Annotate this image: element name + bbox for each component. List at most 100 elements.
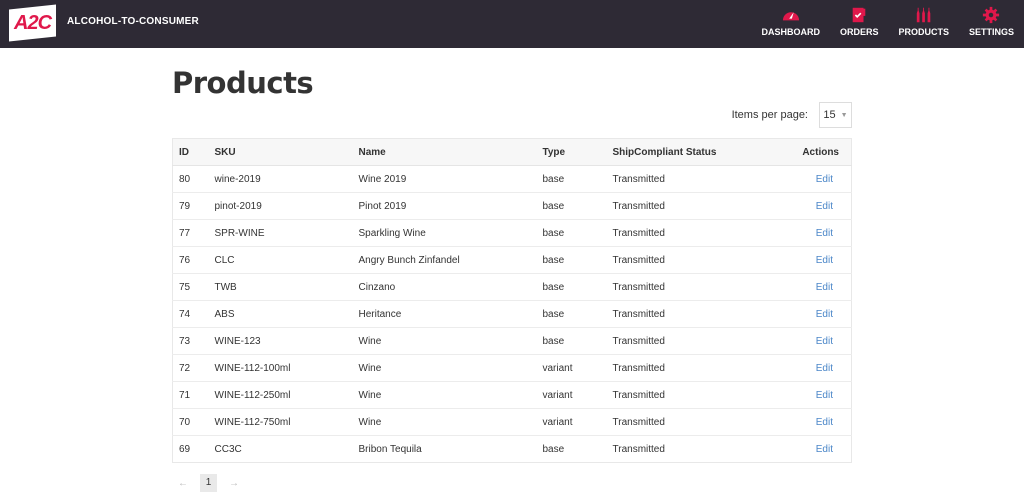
- table-cell: base: [536, 327, 607, 355]
- top-nav: A2C ALCOHOL-TO-CONSUMER DASHBOARD ORDERS…: [0, 0, 1024, 48]
- table-cell: Wine: [352, 327, 537, 355]
- table-cell: Angry Bunch Zinfandel: [352, 246, 537, 274]
- actions-cell: Edit: [772, 354, 852, 382]
- table-cell: CLC: [208, 246, 353, 274]
- actions-cell: Edit: [772, 246, 852, 274]
- table-cell: Transmitted: [606, 327, 773, 355]
- edit-link[interactable]: Edit: [816, 282, 833, 293]
- logo[interactable]: A2C: [9, 4, 56, 42]
- table-cell: 77: [172, 219, 209, 247]
- edit-link[interactable]: Edit: [816, 255, 833, 266]
- table-cell: Pinot 2019: [352, 192, 537, 220]
- table-cell: base: [536, 219, 607, 247]
- table-cell: Transmitted: [606, 246, 773, 274]
- clipboard-check-icon: [852, 7, 866, 23]
- edit-link[interactable]: Edit: [816, 174, 833, 185]
- nav-dashboard[interactable]: DASHBOARD: [761, 6, 820, 37]
- table-row: 77 SPR-WINE Sparkling Wine base Transmitted E…: [172, 219, 852, 247]
- table-cell: WINE-112-750ml: [208, 408, 353, 436]
- table-cell: base: [536, 246, 607, 274]
- table-cell: 73: [172, 327, 209, 355]
- edit-link[interactable]: Edit: [816, 444, 833, 455]
- table-cell: Transmitted: [606, 273, 773, 301]
- table-cell: variant: [536, 408, 607, 436]
- actions-cell: Edit: [772, 165, 852, 193]
- table-row: 76 CLC Angry Bunch Zinfandel base Transmitte…: [172, 246, 852, 274]
- brand-name: ALCOHOL-TO-CONSUMER: [67, 16, 199, 27]
- nav-products[interactable]: PRODUCTS: [898, 6, 949, 37]
- caret-down-icon: ▼: [840, 111, 848, 119]
- column-header: Type: [536, 138, 607, 166]
- table-cell: CC3C: [208, 435, 353, 463]
- page-1-button[interactable]: 1: [200, 474, 217, 492]
- table-cell: ABS: [208, 300, 353, 328]
- gear-icon: [983, 6, 1000, 24]
- table-cell: 80: [172, 165, 209, 193]
- table-cell: 74: [172, 300, 209, 328]
- actions-cell: Edit: [772, 219, 852, 247]
- edit-link[interactable]: Edit: [816, 336, 833, 347]
- nav-settings[interactable]: SETTINGS: [969, 6, 1014, 37]
- actions-cell: Edit: [772, 300, 852, 328]
- table-cell: variant: [536, 354, 607, 382]
- edit-link[interactable]: Edit: [816, 363, 833, 374]
- prev-page-button[interactable]: ←: [172, 478, 194, 489]
- table-cell: Bribon Tequila: [352, 435, 537, 463]
- actions-cell: Edit: [772, 408, 852, 436]
- table-cell: Transmitted: [606, 219, 773, 247]
- table-row: 69 CC3C Bribon Tequila base Transmitted Edit: [172, 435, 852, 463]
- table-cell: Transmitted: [606, 300, 773, 328]
- page-title: Products: [172, 66, 314, 100]
- table-cell: variant: [536, 381, 607, 409]
- edit-link[interactable]: Edit: [816, 228, 833, 239]
- table-cell: Transmitted: [606, 354, 773, 382]
- table-cell: TWB: [208, 273, 353, 301]
- actions-cell: Edit: [772, 273, 852, 301]
- table-cell: base: [536, 192, 607, 220]
- table-cell: Wine: [352, 381, 537, 409]
- bottles-icon: [916, 7, 931, 23]
- column-header: ShipCompliant Status: [606, 138, 773, 166]
- table-cell: 72: [172, 354, 209, 382]
- column-header: Name: [352, 138, 537, 166]
- column-header: ID: [172, 138, 209, 166]
- table-cell: base: [536, 300, 607, 328]
- table-cell: base: [536, 273, 607, 301]
- table-cell: Transmitted: [606, 192, 773, 220]
- items-per-page-label: Items per page:: [731, 109, 808, 121]
- table-cell: 70: [172, 408, 209, 436]
- table-cell: Transmitted: [606, 408, 773, 436]
- table-cell: base: [536, 165, 607, 193]
- table-row: 71 WINE-112-250ml Wine variant Transmitted Ed…: [172, 381, 852, 409]
- gauge-icon: [782, 12, 799, 21]
- column-header: SKU: [208, 138, 353, 166]
- table-cell: 79: [172, 192, 209, 220]
- table-row: 73 WINE-123 Wine base Transmitted Edit: [172, 327, 852, 355]
- edit-link[interactable]: Edit: [816, 201, 833, 212]
- next-page-button[interactable]: →: [223, 478, 245, 489]
- table-cell: Cinzano: [352, 273, 537, 301]
- table-cell: WINE-112-100ml: [208, 354, 353, 382]
- column-header: Actions: [772, 138, 852, 166]
- table-cell: 75: [172, 273, 209, 301]
- actions-cell: Edit: [772, 435, 852, 463]
- table-row: 74 ABS Heritance base Transmitted Edit: [172, 300, 852, 328]
- table-row: 70 WINE-112-750ml Wine variant Transmitted Ed…: [172, 408, 852, 436]
- edit-link[interactable]: Edit: [816, 390, 833, 401]
- table-cell: SPR-WINE: [208, 219, 353, 247]
- table-row: 75 TWB Cinzano base Transmitted Edit: [172, 273, 852, 301]
- table-cell: Wine: [352, 408, 537, 436]
- table-cell: Heritance: [352, 300, 537, 328]
- nav-orders[interactable]: ORDERS: [840, 6, 878, 37]
- table-cell: pinot-2019: [208, 192, 353, 220]
- edit-link[interactable]: Edit: [816, 417, 833, 428]
- table-cell: Transmitted: [606, 435, 773, 463]
- pagination: ← 1 →: [172, 474, 245, 492]
- table-cell: 76: [172, 246, 209, 274]
- table-cell: WINE-112-250ml: [208, 381, 353, 409]
- table-cell: Transmitted: [606, 381, 773, 409]
- items-per-page-select[interactable]: 15 ▼: [819, 102, 852, 128]
- table-cell: WINE-123: [208, 327, 353, 355]
- table-row: 79 pinot-2019 Pinot 2019 base Transmitted Edi…: [172, 192, 852, 220]
- edit-link[interactable]: Edit: [816, 309, 833, 320]
